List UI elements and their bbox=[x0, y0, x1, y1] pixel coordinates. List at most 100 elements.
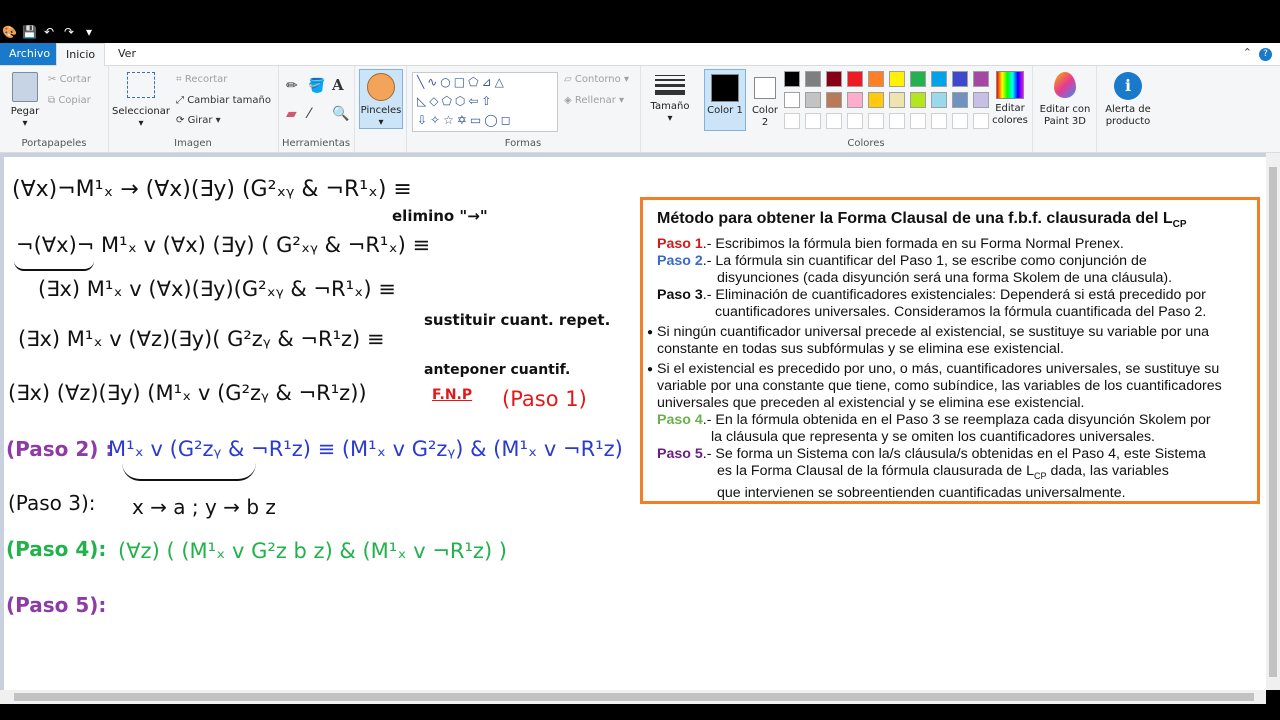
step3-cont: cuantificadores universales. Consideramo… bbox=[715, 304, 1207, 321]
hw-line-2: ¬(∀x)¬ M¹ₓ v (∀x) (∃y) ( G²ₓᵧ & ¬R¹ₓ) ≡ bbox=[16, 233, 431, 257]
ribbon-controls: ⌃ ? bbox=[1243, 46, 1272, 61]
resize-button[interactable]: ⤢ Cambiar tamaño bbox=[176, 95, 271, 106]
palette-swatch[interactable] bbox=[910, 92, 926, 108]
help-icon[interactable]: ? bbox=[1259, 48, 1272, 61]
outline-button[interactable]: ▱ Contorno ▾ bbox=[564, 74, 629, 85]
text-tool-icon[interactable]: A bbox=[332, 76, 344, 94]
shapes-group-label: Formas bbox=[504, 138, 542, 149]
paint3d-group: Editar con Paint 3D bbox=[1032, 66, 1097, 152]
vertical-scroll-thumb[interactable] bbox=[1269, 167, 1277, 677]
size-button[interactable]: Tamaño ▾ bbox=[648, 72, 692, 125]
horizontal-scrollbar[interactable] bbox=[0, 690, 1266, 704]
palette-swatch[interactable] bbox=[847, 71, 863, 87]
tools-group: ✏ 🪣 A ▰ ⁄ 🔍 Herramientas bbox=[278, 66, 355, 152]
palette-swatch[interactable] bbox=[784, 92, 800, 108]
edit-paint3d-button[interactable]: Editar con Paint 3D bbox=[1036, 72, 1094, 128]
brushes-button[interactable]: Pinceles ▾ bbox=[359, 69, 403, 129]
customize-qat-icon[interactable]: ▾ bbox=[82, 25, 96, 39]
hw-paso2-label: (Paso 2) : bbox=[6, 437, 114, 461]
shapes-gallery[interactable]: ╲∿○□⬠⊿△ ◺◇⬠⬡⇦⇧ ⇩✧☆✡▭◯◻ bbox=[412, 72, 558, 132]
cut-button[interactable]: ✂ Cortar bbox=[48, 74, 91, 85]
color2-swatch bbox=[754, 77, 776, 99]
step5: Paso 5.- Se forma un Sistema con la/s cl… bbox=[657, 446, 1206, 463]
step3-bullet-2: ● Si el existencial es precedido por uno,… bbox=[647, 361, 1222, 412]
save-icon[interactable]: 💾 bbox=[22, 25, 37, 39]
tab-home[interactable]: Inicio bbox=[56, 43, 106, 66]
step4: Paso 4.- En la fórmula obtenida en el Pa… bbox=[657, 412, 1211, 429]
pencil-icon[interactable]: ✏ bbox=[286, 78, 298, 94]
palette-swatch[interactable] bbox=[847, 92, 863, 108]
rotate-button[interactable]: ⟳ Girar ▾ bbox=[176, 115, 221, 126]
hw-paso4-label: (Paso 4): bbox=[6, 537, 107, 561]
paint-app-icon: 🎨 bbox=[2, 25, 17, 39]
copy-button[interactable]: ⧉ Copiar bbox=[48, 95, 91, 106]
palette-swatch[interactable] bbox=[910, 71, 926, 87]
color-wheel-icon bbox=[996, 71, 1024, 99]
palette-swatch[interactable] bbox=[868, 71, 884, 87]
step5-cont2: que intervienen se sobreentienden cuanti… bbox=[717, 485, 1126, 502]
product-alert-button[interactable]: i Alerta de producto bbox=[1100, 72, 1156, 128]
palette-swatch[interactable] bbox=[973, 71, 989, 87]
tab-view[interactable]: Ver bbox=[109, 43, 145, 65]
fill-bucket-icon[interactable]: 🪣 bbox=[308, 78, 325, 94]
fill-button[interactable]: ◈ Rellenar ▾ bbox=[564, 95, 624, 106]
ribbon: Pegar ▾ ✂ Cortar ⧉ Copiar Portapapeles Se… bbox=[0, 66, 1280, 153]
palette-swatch[interactable] bbox=[889, 71, 905, 87]
palette-swatch[interactable] bbox=[826, 71, 842, 87]
hw-note-substitute: sustituir cuant. repet. bbox=[424, 311, 611, 329]
edit-colors-button[interactable]: Editar colores bbox=[990, 69, 1030, 127]
image-group-label: Imagen bbox=[174, 138, 212, 149]
redo-icon[interactable]: ↷ bbox=[62, 25, 76, 39]
palette-swatch[interactable] bbox=[952, 71, 968, 87]
hw-note-prenex: anteponer cuantif. bbox=[424, 362, 571, 378]
palette-swatch[interactable] bbox=[784, 113, 800, 129]
palette-swatch[interactable] bbox=[910, 113, 926, 129]
palette-swatch[interactable] bbox=[805, 113, 821, 129]
palette-swatch[interactable] bbox=[889, 92, 905, 108]
crop-button[interactable]: ⌗ Recortar bbox=[176, 74, 227, 85]
drawing-canvas[interactable]: (∀x)¬M¹ₓ → (∀x)(∃y) (G²ₓᵧ & ¬R¹ₓ) ≡ elim… bbox=[4, 157, 1266, 690]
hw-fnp: F.N.P bbox=[432, 387, 473, 403]
palette-swatch[interactable] bbox=[868, 113, 884, 129]
chevron-down-icon: ▾ bbox=[138, 118, 144, 129]
palette-swatch[interactable] bbox=[931, 71, 947, 87]
collapse-ribbon-icon[interactable]: ⌃ bbox=[1243, 46, 1252, 59]
palette-swatch[interactable] bbox=[847, 113, 863, 129]
magnifier-icon[interactable]: 🔍 bbox=[332, 106, 349, 122]
hw-note-eliminate: elimino "→" bbox=[392, 207, 488, 225]
tab-file[interactable]: Archivo bbox=[0, 43, 60, 65]
method-textbox: Método para obtener la Forma Clausal de … bbox=[640, 197, 1260, 504]
paste-button[interactable]: Pegar ▾ bbox=[8, 72, 42, 130]
hw-line-4: (∃x) M¹ₓ v (∀z)(∃y)( G²zᵧ & ¬R¹z) ≡ bbox=[18, 327, 385, 351]
step4-cont: la cláusula que representa y se omiten l… bbox=[711, 429, 1155, 446]
eraser-icon[interactable]: ▰ bbox=[286, 106, 297, 122]
palette-swatch[interactable] bbox=[931, 92, 947, 108]
palette-swatch[interactable] bbox=[805, 92, 821, 108]
outline-icon: ▱ bbox=[564, 74, 572, 85]
palette-swatch[interactable] bbox=[952, 113, 968, 129]
colors-group-label: Colores bbox=[847, 138, 885, 149]
palette-swatch[interactable] bbox=[826, 92, 842, 108]
palette-swatch[interactable] bbox=[973, 113, 989, 129]
brushes-group: Pinceles ▾ bbox=[354, 66, 407, 152]
select-button[interactable]: Seleccionar ▾ bbox=[112, 72, 170, 130]
palette-swatch[interactable] bbox=[931, 113, 947, 129]
hw-arrow-curve bbox=[122, 463, 256, 481]
hw-line-5: (∃x) (∀z)(∃y) (M¹ₓ v (G²zᵧ & ¬R¹z)) bbox=[8, 381, 367, 405]
color1-button[interactable]: Color 1 bbox=[704, 69, 746, 131]
color2-button[interactable]: Color 2 bbox=[748, 69, 782, 129]
undo-icon[interactable]: ↶ bbox=[42, 25, 56, 39]
palette-swatch[interactable] bbox=[784, 71, 800, 87]
palette-swatch[interactable] bbox=[973, 92, 989, 108]
palette-swatch[interactable] bbox=[889, 113, 905, 129]
quick-access-toolbar: 🎨 💾 ↶ ↷ ▾ bbox=[0, 22, 96, 42]
palette-swatch[interactable] bbox=[952, 92, 968, 108]
palette-swatch[interactable] bbox=[826, 113, 842, 129]
color-picker-icon[interactable]: ⁄ bbox=[308, 106, 310, 122]
palette-swatch[interactable] bbox=[868, 92, 884, 108]
image-group: Seleccionar ▾ ⌗ Recortar ⤢ Cambiar tamaño… bbox=[108, 66, 279, 152]
horizontal-scroll-thumb[interactable] bbox=[14, 693, 1254, 701]
vertical-scrollbar[interactable] bbox=[1266, 153, 1280, 690]
palette-swatch[interactable] bbox=[805, 71, 821, 87]
hw-line-3: (∃x) M¹ₓ v (∀x)(∃y)(G²ₓᵧ & ¬R¹ₓ) ≡ bbox=[38, 277, 396, 301]
